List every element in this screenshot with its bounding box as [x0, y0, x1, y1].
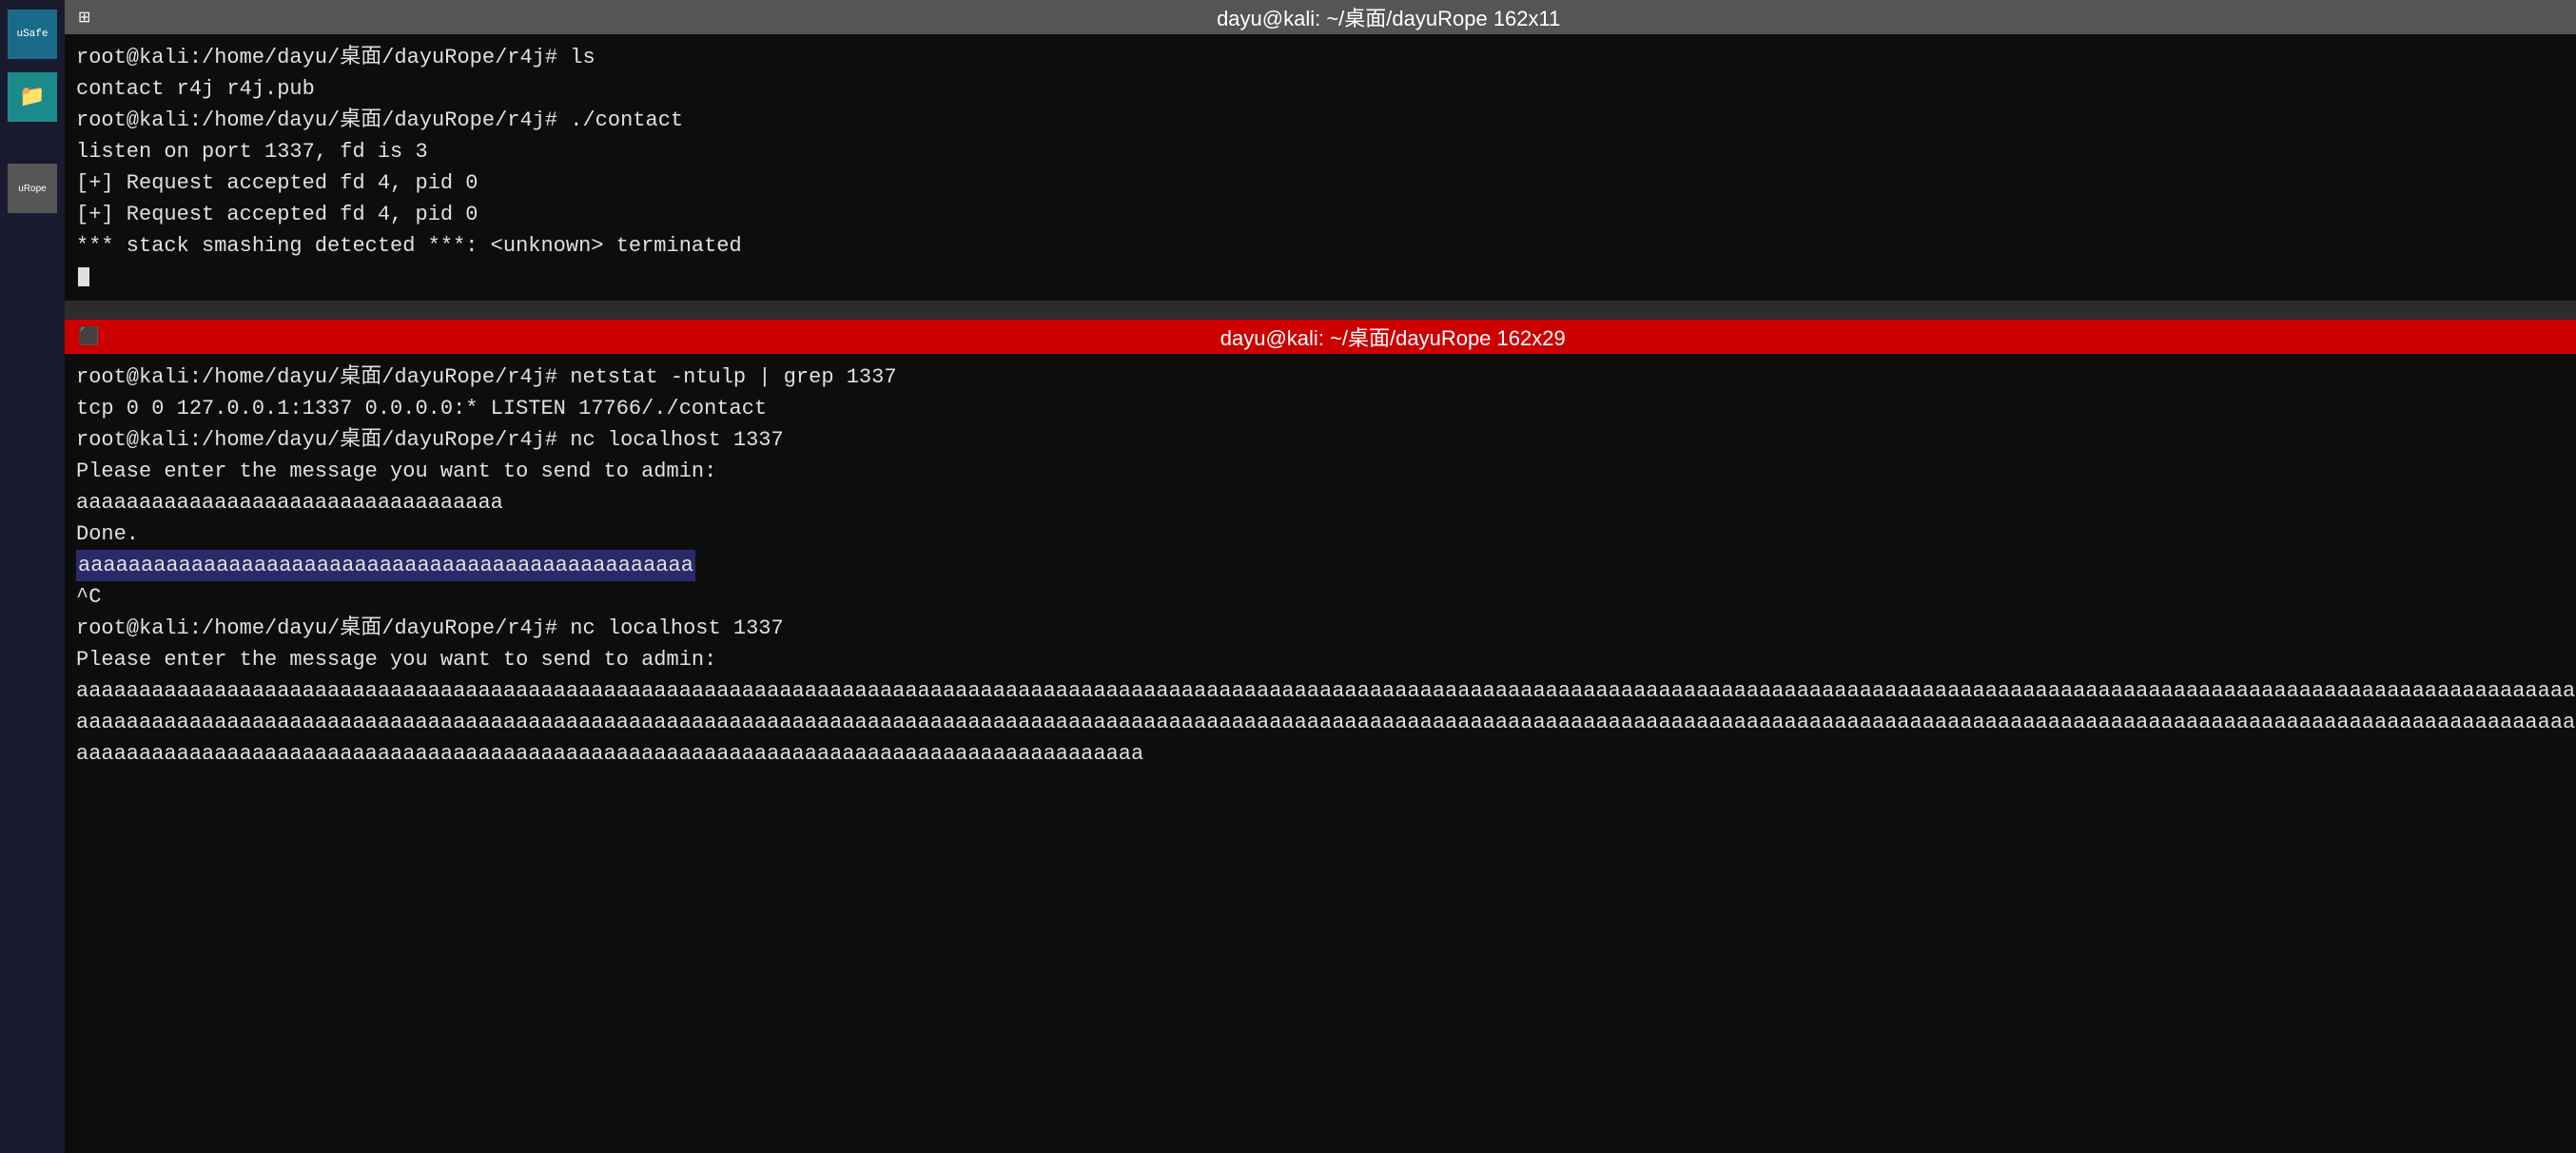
- bottom-line-9: root@kali:/home/dayu/桌面/dayuRope/r4j# nc…: [76, 613, 2576, 644]
- sidebar-icon-usafe[interactable]: uSafe: [8, 10, 57, 59]
- bottom-line-11: aaaaaaaaaaaaaaaaaaaaaaaaaaaaaaaaaaaaaaaa…: [76, 675, 2576, 707]
- main-content: ⊞ dayu@kali: ~/桌面/dayuRope 162x11 root@k…: [65, 0, 2576, 1153]
- bottom-line-10: Please enter the message you want to sen…: [76, 644, 2576, 675]
- bottom-line-6: Done.: [76, 518, 2576, 550]
- terminal-bottom-icon: ⬛: [78, 326, 99, 347]
- terminal-top-icon: ⊞: [78, 8, 90, 27]
- bottom-line-13: aaaaaaaaaaaaaaaaaaaaaaaaaaaaaaaaaaaaaaaa…: [76, 738, 2576, 770]
- terminal-top-line-1: root@kali:/home/dayu/桌面/dayuRope/r4j# ls: [76, 42, 2576, 73]
- bottom-line-1: root@kali:/home/dayu/桌面/dayuRope/r4j# ne…: [76, 362, 2576, 393]
- sidebar-rope-label[interactable]: uRope: [8, 164, 57, 213]
- bottom-line-8: ^C: [76, 581, 2576, 613]
- terminal-spacer: [65, 301, 2576, 320]
- sidebar-folder-icon[interactable]: 📁: [8, 72, 57, 122]
- terminal-bottom: ⬛ dayu@kali: ~/桌面/dayuRope 162x29 root@k…: [65, 320, 2576, 1153]
- terminal-top-line-4: listen on port 1337, fd is 3: [76, 136, 2576, 167]
- terminal-top-titlebar[interactable]: ⊞ dayu@kali: ~/桌面/dayuRope 162x11: [65, 0, 2576, 34]
- sidebar: uSafe 📁 uRope: [0, 0, 65, 1153]
- terminal-top-line-3: root@kali:/home/dayu/桌面/dayuRope/r4j# ./…: [76, 105, 2576, 136]
- terminal-top-line-7: *** stack smashing detected ***: <unknow…: [76, 230, 2576, 262]
- terminal-top-line-2: contact r4j r4j.pub: [76, 73, 2576, 105]
- terminal-top-cursor-line: [76, 262, 2576, 293]
- bottom-line-4: Please enter the message you want to sen…: [76, 456, 2576, 487]
- bottom-line-7-highlight: aaaaaaaaaaaaaaaaaaaaaaaaaaaaaaaaaaaaaaaa…: [76, 550, 2576, 581]
- terminal-top-line-5: [+] Request accepted fd 4, pid 0: [76, 167, 2576, 199]
- terminal-top-body[interactable]: root@kali:/home/dayu/桌面/dayuRope/r4j# ls…: [65, 34, 2576, 301]
- terminal-bottom-titlebar[interactable]: ⬛ dayu@kali: ~/桌面/dayuRope 162x29: [65, 320, 2576, 354]
- terminal-bottom-body[interactable]: root@kali:/home/dayu/桌面/dayuRope/r4j# ne…: [65, 354, 2576, 1153]
- terminal-top: ⊞ dayu@kali: ~/桌面/dayuRope 162x11 root@k…: [65, 0, 2576, 301]
- bottom-line-5: aaaaaaaaaaaaaaaaaaaaaaaaaaaaaaaaaa: [76, 487, 2576, 518]
- bottom-line-2: tcp 0 0 127.0.0.1:1337 0.0.0.0:* LISTEN …: [76, 393, 2576, 424]
- terminal-bottom-title: dayu@kali: ~/桌面/dayuRope 162x29: [99, 322, 2576, 352]
- terminal-top-title: dayu@kali: ~/桌面/dayuRope 162x11: [90, 2, 2576, 32]
- bottom-line-3: root@kali:/home/dayu/桌面/dayuRope/r4j# nc…: [76, 424, 2576, 456]
- sidebar-usafe-label: uSafe: [16, 29, 48, 40]
- terminal-top-line-6: [+] Request accepted fd 4, pid 0: [76, 199, 2576, 230]
- bottom-line-12: aaaaaaaaaaaaaaaaaaaaaaaaaaaaaaaaaaaaaaaa…: [76, 707, 2576, 738]
